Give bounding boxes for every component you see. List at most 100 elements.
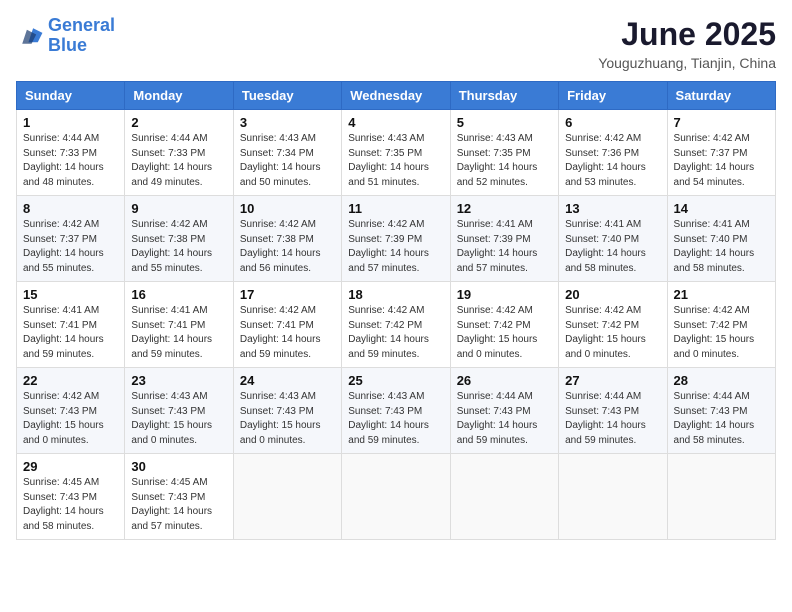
day-number: 6 [565,115,660,130]
day-info: Sunrise: 4:43 AM Sunset: 7:35 PM Dayligh… [348,132,443,190]
day-info: Sunrise: 4:44 AM Sunset: 7:43 PM Dayligh… [565,390,660,448]
day-cell: 14Sunrise: 4:41 AM Sunset: 7:40 PM Dayli… [667,196,775,282]
day-cell: 15 Sunrise: 4:41 AM Sunset: 7:41 PM Dayli… [17,282,125,368]
day-cell: 10 Sunrise: 4:42 AM Sunset: 7:38 PM Dayli… [233,196,341,282]
weekday-header-sunday: Sunday [17,82,125,110]
day-cell: 9 Sunrise: 4:42 AM Sunset: 7:38 PM Daylig… [125,196,233,282]
day-number: 2 [131,115,226,130]
day-info: Sunrise: 4:42 AM Sunset: 7:38 PM Dayligh… [131,218,226,276]
weekday-header-friday: Friday [559,82,667,110]
day-info: Sunrise: 4:45 AM Sunset: 7:43 PM Dayligh… [23,476,118,534]
day-cell: 5 Sunrise: 4:43 AM Sunset: 7:35 PM Daylig… [450,110,558,196]
day-number: 17 [240,287,335,302]
weekday-header-tuesday: Tuesday [233,82,341,110]
day-number: 15 [23,287,118,302]
logo: General Blue [16,16,115,56]
day-number: 29 [23,459,118,474]
day-cell: 29 Sunrise: 4:45 AM Sunset: 7:43 PM Dayli… [17,454,125,540]
logo-blue: Blue [48,35,87,55]
day-number: 13 [565,201,660,216]
day-cell: 28 Sunrise: 4:44 AM Sunset: 7:43 PM Dayli… [667,368,775,454]
day-info: Sunrise: 4:42 AM Sunset: 7:42 PM Dayligh… [348,304,443,362]
day-info: Sunrise: 4:43 AM Sunset: 7:35 PM Dayligh… [457,132,552,190]
day-cell: 26 Sunrise: 4:44 AM Sunset: 7:43 PM Dayli… [450,368,558,454]
day-number: 4 [348,115,443,130]
day-cell: 8Sunrise: 4:42 AM Sunset: 7:37 PM Daylig… [17,196,125,282]
weekday-header-thursday: Thursday [450,82,558,110]
day-cell: 22Sunrise: 4:42 AM Sunset: 7:43 PM Dayli… [17,368,125,454]
logo-icon [16,22,44,50]
day-cell: 7 Sunrise: 4:42 AM Sunset: 7:37 PM Daylig… [667,110,775,196]
day-info: Sunrise: 4:44 AM Sunset: 7:33 PM Dayligh… [23,132,118,190]
day-number: 30 [131,459,226,474]
day-number: 16 [131,287,226,302]
month-title: June 2025 [598,16,776,53]
day-info: Sunrise: 4:42 AM Sunset: 7:36 PM Dayligh… [565,132,660,190]
day-cell [559,454,667,540]
day-info: Sunrise: 4:42 AM Sunset: 7:41 PM Dayligh… [240,304,335,362]
day-cell: 6 Sunrise: 4:42 AM Sunset: 7:36 PM Daylig… [559,110,667,196]
day-cell: 1 Sunrise: 4:44 AM Sunset: 7:33 PM Daylig… [17,110,125,196]
day-cell: 2Sunrise: 4:44 AM Sunset: 7:33 PM Daylig… [125,110,233,196]
day-cell [667,454,775,540]
day-info: Sunrise: 4:45 AM Sunset: 7:43 PM Dayligh… [131,476,226,534]
day-number: 5 [457,115,552,130]
day-cell: 25Sunrise: 4:43 AM Sunset: 7:43 PM Dayli… [342,368,450,454]
day-info: Sunrise: 4:44 AM Sunset: 7:43 PM Dayligh… [457,390,552,448]
day-info: Sunrise: 4:43 AM Sunset: 7:43 PM Dayligh… [240,390,335,448]
day-number: 27 [565,373,660,388]
day-number: 28 [674,373,769,388]
day-info: Sunrise: 4:42 AM Sunset: 7:37 PM Dayligh… [23,218,118,276]
title-block: June 2025 Youguzhuang, Tianjin, China [598,16,776,71]
day-info: Sunrise: 4:42 AM Sunset: 7:42 PM Dayligh… [565,304,660,362]
day-number: 18 [348,287,443,302]
day-info: Sunrise: 4:43 AM Sunset: 7:43 PM Dayligh… [348,390,443,448]
day-cell: 13 Sunrise: 4:41 AM Sunset: 7:40 PM Dayli… [559,196,667,282]
day-number: 1 [23,115,118,130]
day-cell [233,454,341,540]
day-number: 7 [674,115,769,130]
weekday-header-wednesday: Wednesday [342,82,450,110]
day-number: 19 [457,287,552,302]
weekday-header-row: SundayMondayTuesdayWednesdayThursdayFrid… [17,82,776,110]
day-number: 12 [457,201,552,216]
day-info: Sunrise: 4:41 AM Sunset: 7:39 PM Dayligh… [457,218,552,276]
day-info: Sunrise: 4:41 AM Sunset: 7:40 PM Dayligh… [565,218,660,276]
week-row-3: 15 Sunrise: 4:41 AM Sunset: 7:41 PM Dayli… [17,282,776,368]
day-cell: 12 Sunrise: 4:41 AM Sunset: 7:39 PM Dayli… [450,196,558,282]
day-number: 10 [240,201,335,216]
day-number: 3 [240,115,335,130]
week-row-1: 1 Sunrise: 4:44 AM Sunset: 7:33 PM Daylig… [17,110,776,196]
day-info: Sunrise: 4:42 AM Sunset: 7:37 PM Dayligh… [674,132,769,190]
day-info: Sunrise: 4:41 AM Sunset: 7:41 PM Dayligh… [23,304,118,362]
day-number: 20 [565,287,660,302]
day-number: 23 [131,373,226,388]
logo-general: General [48,15,115,35]
day-cell: 3Sunrise: 4:43 AM Sunset: 7:34 PM Daylig… [233,110,341,196]
day-cell: 16 Sunrise: 4:41 AM Sunset: 7:41 PM Dayli… [125,282,233,368]
day-cell: 27 Sunrise: 4:44 AM Sunset: 7:43 PM Dayli… [559,368,667,454]
day-cell: 24Sunrise: 4:43 AM Sunset: 7:43 PM Dayli… [233,368,341,454]
day-number: 11 [348,201,443,216]
day-info: Sunrise: 4:42 AM Sunset: 7:38 PM Dayligh… [240,218,335,276]
day-cell: 4 Sunrise: 4:43 AM Sunset: 7:35 PM Daylig… [342,110,450,196]
day-number: 9 [131,201,226,216]
day-info: Sunrise: 4:44 AM Sunset: 7:43 PM Dayligh… [674,390,769,448]
day-number: 26 [457,373,552,388]
calendar-table: SundayMondayTuesdayWednesdayThursdayFrid… [16,81,776,540]
page-header: General Blue June 2025 Youguzhuang, Tian… [16,16,776,71]
week-row-4: 22Sunrise: 4:42 AM Sunset: 7:43 PM Dayli… [17,368,776,454]
day-info: Sunrise: 4:43 AM Sunset: 7:43 PM Dayligh… [131,390,226,448]
day-cell: 20 Sunrise: 4:42 AM Sunset: 7:42 PM Dayli… [559,282,667,368]
day-cell: 19 Sunrise: 4:42 AM Sunset: 7:42 PM Dayli… [450,282,558,368]
day-info: Sunrise: 4:42 AM Sunset: 7:42 PM Dayligh… [674,304,769,362]
day-info: Sunrise: 4:41 AM Sunset: 7:41 PM Dayligh… [131,304,226,362]
weekday-header-saturday: Saturday [667,82,775,110]
day-number: 21 [674,287,769,302]
day-info: Sunrise: 4:42 AM Sunset: 7:42 PM Dayligh… [457,304,552,362]
week-row-5: 29 Sunrise: 4:45 AM Sunset: 7:43 PM Dayli… [17,454,776,540]
day-info: Sunrise: 4:41 AM Sunset: 7:40 PM Dayligh… [674,218,769,276]
day-info: Sunrise: 4:42 AM Sunset: 7:39 PM Dayligh… [348,218,443,276]
weekday-header-monday: Monday [125,82,233,110]
day-info: Sunrise: 4:42 AM Sunset: 7:43 PM Dayligh… [23,390,118,448]
